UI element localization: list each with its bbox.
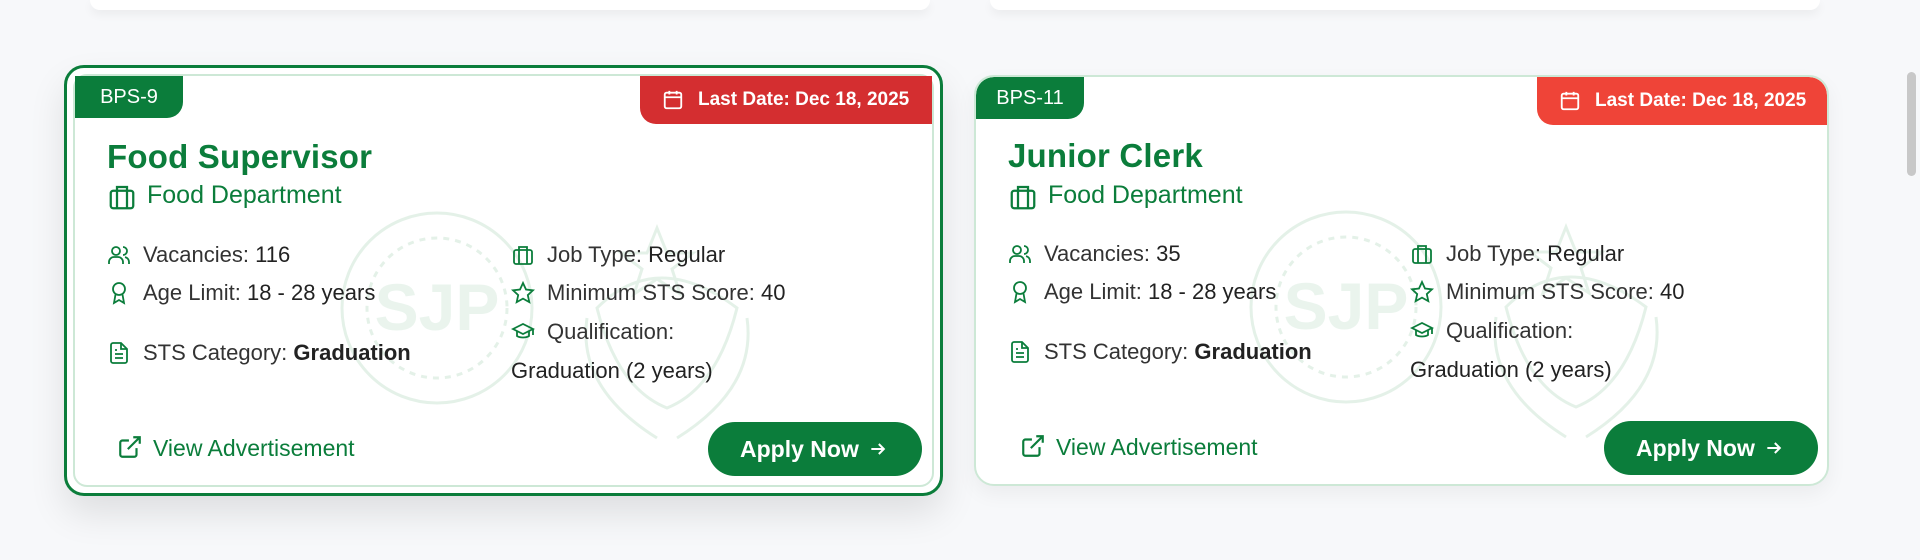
age-limit-value: 18 - 28 years xyxy=(246,280,376,305)
job-type-value: Regular xyxy=(648,242,726,267)
vacancies-row: Vacancies: 116 xyxy=(107,242,407,270)
job-card[interactable]: SJP BPS-11 Last Date: Dec 18, 2025 Junio… xyxy=(974,75,1829,486)
sts-category-label: STS Category: xyxy=(143,340,288,365)
sts-category-value: Graduation xyxy=(1194,339,1312,364)
apply-now-button[interactable]: Apply Now xyxy=(708,422,922,476)
view-advertisement-label: View Advertisement xyxy=(1056,434,1258,460)
file-text-icon xyxy=(1011,341,1029,363)
graduation-cap-icon xyxy=(511,322,535,339)
users-icon xyxy=(108,246,130,264)
min-sts-label: Minimum STS Score: xyxy=(1446,279,1654,304)
previous-card-bottom xyxy=(990,0,1820,10)
qualification-value: Graduation (2 years) xyxy=(1410,357,1612,382)
calendar-icon xyxy=(663,90,683,110)
qualification-label: Qualification: xyxy=(547,319,675,344)
briefcase-icon xyxy=(1010,185,1036,210)
award-icon xyxy=(112,282,126,305)
star-icon xyxy=(511,281,535,304)
job-card[interactable]: SJP BPS-9 Last Date: Dec 18, 2025 Food S… xyxy=(64,65,943,496)
grade-badge: BPS-11 xyxy=(976,77,1084,119)
job-title: Junior Clerk xyxy=(1008,137,1203,174)
last-date-badge: Last Date: Dec 18, 2025 xyxy=(1537,77,1827,125)
graduation-cap-icon xyxy=(1410,321,1434,338)
last-date-badge: Last Date: Dec 18, 2025 xyxy=(640,76,932,124)
department-name: Food Department xyxy=(147,181,342,209)
min-sts-value: 40 xyxy=(760,280,786,305)
last-date-text: Last Date: Dec 18, 2025 xyxy=(698,89,910,110)
age-limit-label: Age Limit: xyxy=(1044,279,1142,304)
vacancies-value: 35 xyxy=(1156,241,1181,266)
job-type-row: Job Type: Regular xyxy=(511,242,851,270)
sts-category-row: STS Category: Graduation xyxy=(107,340,447,368)
age-limit-value: 18 - 28 years xyxy=(1147,279,1277,304)
previous-card-bottom xyxy=(90,0,930,10)
external-link-icon xyxy=(119,436,141,458)
min-sts-row: Minimum STS Score: 40 xyxy=(1410,279,1770,307)
arrow-right-icon xyxy=(871,443,886,455)
department-name: Food Department xyxy=(1048,181,1243,209)
scrollbar-thumb[interactable] xyxy=(1907,72,1916,176)
last-date-text: Last Date: Dec 18, 2025 xyxy=(1595,90,1807,111)
apply-now-button[interactable]: Apply Now xyxy=(1604,421,1818,475)
age-limit-row: Age Limit: 18 - 28 years xyxy=(107,280,427,308)
grade-badge: BPS-9 xyxy=(75,76,183,118)
view-advertisement-label: View Advertisement xyxy=(153,435,355,461)
department: Food Department xyxy=(107,181,407,213)
job-type-label: Job Type: xyxy=(547,242,642,267)
apply-now-label: Apply Now xyxy=(1636,435,1755,461)
award-icon xyxy=(1013,281,1027,304)
job-type-value: Regular xyxy=(1547,241,1625,266)
vacancies-label: Vacancies: xyxy=(143,242,249,267)
qualification-row: Qualification: xyxy=(1410,318,1710,346)
department: Food Department xyxy=(1008,181,1308,213)
age-limit-label: Age Limit: xyxy=(143,280,241,305)
vacancies-label: Vacancies: xyxy=(1044,241,1150,266)
min-sts-label: Minimum STS Score: xyxy=(547,280,755,305)
view-advertisement-link[interactable]: View Advertisement xyxy=(1020,433,1300,463)
qualification-value: Graduation (2 years) xyxy=(511,358,713,383)
job-type-row: Job Type: Regular xyxy=(1410,241,1750,269)
vacancies-value: 116 xyxy=(255,242,291,267)
job-type-label: Job Type: xyxy=(1446,241,1541,266)
external-link-icon xyxy=(1022,435,1044,457)
arrow-right-icon xyxy=(1767,442,1782,454)
file-text-icon xyxy=(110,342,128,364)
calendar-icon xyxy=(1560,91,1580,111)
qualification-label: Qualification: xyxy=(1446,318,1574,343)
job-title: Food Supervisor xyxy=(107,138,373,175)
age-limit-row: Age Limit: 18 - 28 years xyxy=(1008,279,1328,307)
briefcase-icon xyxy=(109,185,135,210)
star-icon xyxy=(1410,280,1434,303)
sts-category-label: STS Category: xyxy=(1044,339,1189,364)
sts-category-value: Graduation xyxy=(293,340,411,365)
vacancies-row: Vacancies: 35 xyxy=(1008,241,1308,269)
view-advertisement-link[interactable]: View Advertisement xyxy=(117,434,397,464)
min-sts-row: Minimum STS Score: 40 xyxy=(511,280,871,308)
min-sts-value: 40 xyxy=(1659,279,1685,304)
qualification-row: Qualification: xyxy=(511,319,811,347)
users-icon xyxy=(1009,245,1031,263)
briefcase-icon xyxy=(1412,245,1432,264)
sts-category-row: STS Category: Graduation xyxy=(1008,339,1348,367)
apply-now-label: Apply Now xyxy=(740,436,859,462)
briefcase-icon xyxy=(513,246,533,265)
